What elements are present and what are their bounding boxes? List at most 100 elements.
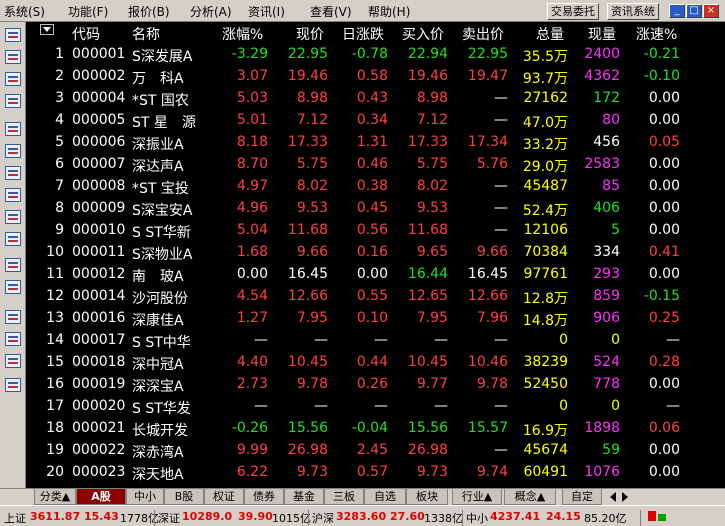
menu-quote[interactable]: 报价(B) bbox=[128, 3, 170, 20]
tab-bonds[interactable]: 债券 bbox=[244, 489, 284, 505]
minimize-icon[interactable]: _ bbox=[669, 4, 685, 18]
tab-industry[interactable]: 行业▲ bbox=[452, 489, 502, 505]
col-header-ask[interactable]: 卖出价 bbox=[462, 24, 504, 44]
menu-analysis[interactable]: 分析(A) bbox=[190, 3, 232, 20]
col-header-name[interactable]: 名称 bbox=[132, 24, 160, 44]
tab-a-shares[interactable]: A股 bbox=[76, 489, 126, 505]
table-row[interactable]: 15 000018 深中冠A 4.40 10.45 0.44 10.45 10.46 38239… bbox=[26, 352, 725, 374]
sz-index-label: 深证 bbox=[158, 512, 180, 525]
tab-third-board[interactable]: 三板 bbox=[324, 489, 364, 505]
table-header: 代码 名称 涨幅% 现价 日涨跌 买入价 卖出价 总量 现量 涨速% bbox=[26, 22, 725, 44]
tab-sector[interactable]: 板块 bbox=[406, 489, 448, 505]
tab-b-shares[interactable]: B股 bbox=[164, 489, 204, 505]
users-icon[interactable] bbox=[5, 210, 21, 224]
tab-sme[interactable]: 中小 bbox=[126, 489, 164, 505]
current-price: 22.95 bbox=[287, 46, 328, 62]
stock-code: 000017 bbox=[72, 332, 126, 348]
day-change: 0.56 bbox=[356, 222, 388, 238]
row-number: 2 bbox=[55, 68, 64, 84]
day-change: 0.46 bbox=[356, 156, 388, 172]
current-volume: 456 bbox=[593, 134, 620, 150]
table-row[interactable]: 7 000008 *ST 宝投 4.97 8.02 0.38 8.02 — 45487 85 0.0… bbox=[26, 176, 725, 198]
col-header-current-volume[interactable]: 现量 bbox=[588, 24, 616, 44]
table-row[interactable]: 5 000006 深振业A 8.18 17.33 1.31 17.33 17.34 33.2万 4… bbox=[26, 132, 725, 154]
col-header-bid[interactable]: 买入价 bbox=[402, 24, 444, 44]
menu-system[interactable]: 系统(S) bbox=[4, 3, 45, 20]
document-icon[interactable] bbox=[5, 166, 21, 180]
mail-icon[interactable] bbox=[5, 188, 21, 202]
total-volume: 93.7万 bbox=[522, 71, 568, 87]
total-volume: 52.4万 bbox=[522, 203, 568, 219]
tab-funds[interactable]: 基金 bbox=[284, 489, 324, 505]
table-row[interactable]: 18 000021 长城开发 -0.26 15.56 -0.04 15.56 15.57 16.… bbox=[26, 418, 725, 440]
sh-index-change: 15.43 bbox=[84, 510, 119, 523]
news-system-button[interactable]: 资讯系统 bbox=[607, 3, 659, 20]
col-header-pct[interactable]: 涨幅% bbox=[222, 24, 263, 44]
table-row[interactable]: 8 000009 S深宝安A 4.96 9.53 0.45 9.53 — 52.4万 406 0.0… bbox=[26, 198, 725, 220]
zx-index-change: 24.15 bbox=[546, 510, 581, 523]
report-icon[interactable] bbox=[5, 122, 21, 136]
bid-price: — bbox=[434, 398, 448, 414]
options-icon[interactable] bbox=[5, 354, 21, 368]
tab-custom[interactable]: 自定 bbox=[562, 489, 602, 505]
total-volume: 27162 bbox=[523, 90, 568, 106]
table-row[interactable]: 10 000011 S深物业A 1.68 9.66 0.16 9.65 9.66 70384 33… bbox=[26, 242, 725, 264]
kline-icon[interactable] bbox=[5, 94, 21, 108]
sz-index-value: 10289.0 bbox=[182, 510, 233, 523]
col-header-code[interactable]: 代码 bbox=[72, 24, 100, 44]
current-price: 5.75 bbox=[296, 156, 328, 172]
tab-watchlist[interactable]: 自选 bbox=[364, 489, 406, 505]
maximize-icon[interactable]: □ bbox=[686, 4, 702, 18]
exit-icon[interactable] bbox=[5, 378, 21, 392]
close-icon[interactable]: × bbox=[703, 4, 719, 18]
table-row[interactable]: 16 000019 深深宝A 2.73 9.78 0.26 9.77 9.78 52450 778… bbox=[26, 374, 725, 396]
tab-warrants[interactable]: 权证 bbox=[204, 489, 244, 505]
edit-icon[interactable] bbox=[5, 280, 21, 294]
quote-list-icon[interactable] bbox=[5, 28, 21, 42]
col-header-speed[interactable]: 涨速% bbox=[636, 24, 677, 44]
menu-function[interactable]: 功能(F) bbox=[68, 3, 108, 20]
analysis-icon[interactable] bbox=[5, 50, 21, 64]
column-menu-dropdown[interactable] bbox=[40, 24, 54, 35]
tab-scroll-left-icon[interactable] bbox=[610, 492, 616, 502]
table-row[interactable]: 11 000012 南 玻A 0.00 16.45 0.00 16.44 16.45 97761… bbox=[26, 264, 725, 286]
bid-price: 9.77 bbox=[416, 376, 448, 392]
change-pct: — bbox=[254, 332, 268, 348]
day-change: 0.44 bbox=[356, 354, 388, 370]
tab-concept[interactable]: 概念▲ bbox=[504, 489, 556, 505]
sort-icon[interactable] bbox=[5, 332, 21, 346]
table-row[interactable]: 13 000016 深康佳A 1.27 7.95 0.10 7.95 7.96 14.8万 906… bbox=[26, 308, 725, 330]
table-row[interactable]: 3 000004 *ST 国农 5.03 8.98 0.43 8.98 — 27162 172 0.… bbox=[26, 88, 725, 110]
total-volume: 97761 bbox=[523, 266, 568, 282]
col-header-change[interactable]: 日涨跌 bbox=[342, 24, 384, 44]
col-header-volume[interactable]: 总量 bbox=[536, 24, 564, 44]
line-chart-icon[interactable] bbox=[5, 72, 21, 86]
table-row[interactable]: 12 000014 沙河股份 4.54 12.66 0.55 12.65 12.66 12.8万… bbox=[26, 286, 725, 308]
day-change: 0.57 bbox=[356, 464, 388, 480]
folder-icon[interactable] bbox=[5, 310, 21, 324]
col-header-price[interactable]: 现价 bbox=[296, 24, 324, 44]
table-row[interactable]: 6 000007 深达声A 8.70 5.75 0.46 5.75 5.76 29.0万 2583… bbox=[26, 154, 725, 176]
menu-help[interactable]: 帮助(H) bbox=[368, 3, 410, 20]
stock-name: S ST中华 bbox=[132, 335, 191, 351]
change-pct: 3.07 bbox=[236, 68, 268, 84]
trade-button[interactable]: 交易委托 bbox=[547, 3, 599, 20]
tab-scroll-right-icon[interactable] bbox=[622, 492, 628, 502]
table-row[interactable]: 19 000022 深赤湾A 9.99 26.98 2.45 26.98 — 45674 59 0.… bbox=[26, 440, 725, 462]
table-row[interactable]: 4 000005 ST 星 源 5.01 7.12 0.34 7.12 — 47.0万 80 0.0… bbox=[26, 110, 725, 132]
table-row[interactable]: 9 000010 S ST华新 5.04 11.68 0.56 11.68 — 12106 5 0.… bbox=[26, 220, 725, 242]
table-row[interactable]: 1 000001 S深发展A -3.29 22.95 -0.78 22.94 22.95 35.… bbox=[26, 44, 725, 66]
table-row[interactable]: 14 000017 S ST中华 — — — — — 0 0 — bbox=[26, 330, 725, 352]
bid-price: 9.65 bbox=[416, 244, 448, 260]
table-row[interactable]: 2 000002 万 科A 3.07 19.46 0.58 19.46 19.47 93.7万 4… bbox=[26, 66, 725, 88]
search-icon[interactable] bbox=[5, 258, 21, 272]
table-row[interactable]: 17 000020 S ST华发 — — — — — 0 0 — bbox=[26, 396, 725, 418]
table-icon[interactable] bbox=[5, 144, 21, 158]
bid-price: 5.75 bbox=[416, 156, 448, 172]
zx-index-amount: 85.20亿 bbox=[584, 512, 627, 525]
formula-icon[interactable] bbox=[5, 232, 21, 246]
menu-view[interactable]: 查看(V) bbox=[310, 3, 352, 20]
menu-info[interactable]: 资讯(I) bbox=[248, 3, 285, 20]
table-row[interactable]: 20 000023 深天地A 6.22 9.73 0.57 9.73 9.74 60491 107… bbox=[26, 462, 725, 484]
tab-category[interactable]: 分类▲ bbox=[34, 489, 76, 505]
